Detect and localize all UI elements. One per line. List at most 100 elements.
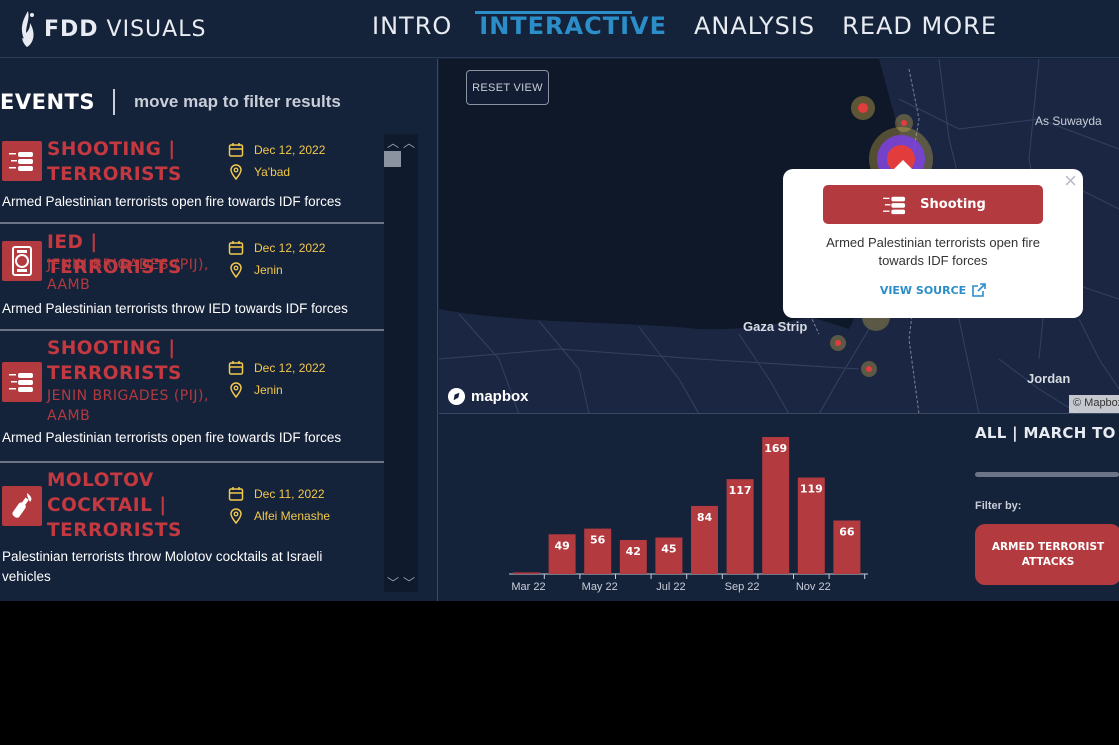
popup-type-label: Shooting bbox=[920, 197, 986, 212]
location-pin-icon bbox=[230, 508, 242, 524]
event-date: Dec 11, 2022 bbox=[254, 487, 325, 501]
bar-value-label: 42 bbox=[626, 545, 641, 558]
scroll-thumb[interactable] bbox=[384, 151, 401, 167]
events-title: EVENTS bbox=[0, 90, 95, 114]
shooting-icon bbox=[883, 196, 906, 214]
bar-value-label: 169 bbox=[764, 442, 787, 455]
event-description: Armed Palestinian terrorists open fire t… bbox=[2, 430, 342, 445]
ied-icon bbox=[2, 241, 42, 281]
event-location: Jenin bbox=[254, 383, 283, 397]
event-item[interactable]: SHOOTING | TERRORISTS JENIN BRIGADES (PI… bbox=[0, 331, 384, 463]
events-list[interactable]: SHOOTING | TERRORISTS Dec 12, 2022 Ya'ba… bbox=[0, 134, 384, 592]
event-actor: JENIN BRIGADES (PIJ), AAMB bbox=[47, 388, 209, 424]
calendar-icon bbox=[228, 361, 244, 375]
bar-chart[interactable]: Mar 22 49 56 May 22 42 45 Jul 22 84 117 Sep 22 169… bbox=[439, 415, 969, 601]
divider bbox=[112, 89, 115, 115]
event-location: Alfei Menashe bbox=[254, 509, 331, 523]
calendar-icon bbox=[228, 143, 244, 157]
nav-intro[interactable]: INTRO bbox=[360, 0, 467, 58]
date-range-title: ALL | MARCH TO D bbox=[975, 424, 1119, 442]
nav-analysis[interactable]: ANALYSIS bbox=[682, 0, 830, 58]
event-meta: Dec 12, 2022 Ya'bad bbox=[228, 139, 325, 183]
events-panel: EVENTS move map to filter results SHOOTI… bbox=[0, 59, 438, 601]
mapbox-wordmark: mapbox bbox=[471, 388, 529, 405]
x-tick-label: Mar 22 bbox=[511, 581, 545, 593]
event-item[interactable]: IED | TERRORISTS JENIN BRIGADES (PIJ), A… bbox=[0, 224, 384, 331]
view-source-link[interactable]: VIEW SOURCE bbox=[783, 283, 1083, 297]
chart-bar[interactable] bbox=[513, 572, 540, 574]
events-header: EVENTS move map to filter results bbox=[0, 87, 341, 117]
fdd-flame-icon bbox=[21, 11, 34, 47]
mapbox-logo[interactable]: mapbox bbox=[447, 387, 529, 406]
bar-value-label: 49 bbox=[554, 539, 569, 552]
date-range-slider[interactable] bbox=[975, 472, 1119, 477]
scroll-down-icon[interactable]: ﹀ bbox=[403, 574, 415, 591]
location-pin-icon bbox=[230, 382, 242, 398]
map-label-as-suwayda: As Suwayda bbox=[1035, 114, 1102, 128]
event-title: MOLOTOV COCKTAIL | TERRORISTS bbox=[47, 470, 182, 541]
event-description: Armed Palestinian terrorists open fire t… bbox=[2, 194, 342, 209]
bar-value-label: 66 bbox=[839, 525, 855, 538]
map-attribution[interactable]: © Mapbox bbox=[1069, 395, 1119, 413]
events-scrollbar[interactable]: ︿ ︿ ﹀ ﹀ bbox=[384, 134, 418, 592]
scroll-up-icon[interactable]: ︿ bbox=[387, 134, 399, 151]
event-date: Dec 12, 2022 bbox=[254, 361, 326, 375]
close-icon[interactable]: × bbox=[1064, 169, 1077, 193]
location-pin-icon bbox=[230, 164, 242, 180]
bar-value-label: 84 bbox=[697, 511, 713, 524]
event-popup: × Shooting Armed Palestinian terrorists … bbox=[783, 160, 1083, 318]
events-chart[interactable]: Mar 22 49 56 May 22 42 45 Jul 22 84 117 Sep 22 169… bbox=[439, 415, 969, 601]
event-title: SHOOTING | TERRORISTS bbox=[47, 338, 182, 384]
nav-interactive[interactable]: INTERACTIVE bbox=[467, 0, 682, 58]
x-tick-label: Sep 22 bbox=[725, 581, 760, 593]
bar-value-label: 117 bbox=[729, 484, 752, 497]
main-nav: INTRO INTERACTIVE ANALYSIS READ MORE bbox=[360, 0, 1012, 58]
x-tick-label: Nov 22 bbox=[796, 581, 831, 593]
event-meta: Dec 11, 2022 Alfei Menashe bbox=[228, 483, 330, 527]
calendar-icon bbox=[228, 487, 244, 501]
header: FDD VISUALS INTRO INTERACTIVE ANALYSIS R… bbox=[0, 0, 1119, 58]
event-title: SHOOTING | TERRORISTS bbox=[47, 139, 182, 185]
event-date: Dec 12, 2022 bbox=[254, 143, 326, 157]
x-tick-label: May 22 bbox=[582, 581, 618, 593]
shooting-icon bbox=[2, 362, 42, 402]
event-date: Dec 12, 2022 bbox=[254, 241, 326, 255]
popup-type-badge[interactable]: Shooting bbox=[823, 185, 1043, 224]
app: FDD VISUALS INTRO INTERACTIVE ANALYSIS R… bbox=[0, 0, 1119, 601]
x-tick-label: Jul 22 bbox=[656, 581, 685, 593]
filter-panel: ALL | MARCH TO D Filter by: ARMED TERROR… bbox=[969, 415, 1119, 601]
mapbox-icon bbox=[447, 387, 466, 406]
event-description: Armed Palestinian terrorists throw IED t… bbox=[2, 301, 348, 316]
reset-view-button[interactable]: RESET VIEW bbox=[466, 70, 549, 105]
bar-value-label: 119 bbox=[800, 483, 823, 496]
bar-value-label: 56 bbox=[590, 534, 606, 547]
external-link-icon bbox=[972, 283, 986, 297]
map-label-gaza: Gaza Strip bbox=[743, 319, 808, 334]
logo[interactable]: FDD VISUALS bbox=[18, 8, 206, 50]
scroll-up-icon[interactable]: ︿ bbox=[403, 134, 415, 151]
nav-read-more[interactable]: READ MORE bbox=[830, 0, 1012, 58]
chart-bar[interactable] bbox=[762, 437, 790, 574]
logo-text: FDD VISUALS bbox=[44, 16, 207, 42]
bar-value-label: 45 bbox=[661, 543, 676, 556]
event-location: Jenin bbox=[254, 263, 283, 277]
filter-armed-terrorist-attacks-button[interactable]: ARMED TERRORIST ATTACKS bbox=[975, 524, 1119, 585]
event-item[interactable]: SHOOTING | TERRORISTS Dec 12, 2022 Ya'ba… bbox=[0, 134, 384, 224]
event-meta: Dec 12, 2022 Jenin bbox=[228, 357, 325, 401]
event-item[interactable]: MOLOTOV COCKTAIL | TERRORISTS Dec 11, 20… bbox=[0, 463, 384, 592]
scroll-down-icon[interactable]: ﹀ bbox=[387, 574, 399, 591]
event-meta: Dec 12, 2022 Jenin bbox=[228, 237, 325, 281]
popup-description: Armed Palestinian terrorists open fire t… bbox=[826, 235, 1040, 268]
event-actor: JENIN BRIGADES (PIJ), AAMB bbox=[47, 257, 209, 293]
view-source-label: VIEW SOURCE bbox=[879, 283, 967, 297]
events-subtitle: move map to filter results bbox=[133, 92, 341, 111]
map[interactable]: RESET VIEW As Suwayda Gaza Strip Jordan … bbox=[439, 59, 1119, 414]
event-location: Ya'bad bbox=[254, 165, 291, 179]
calendar-icon bbox=[228, 241, 244, 255]
map-label-jordan: Jordan bbox=[1027, 371, 1071, 386]
event-description: Palestinian terrorists throw Molotov coc… bbox=[2, 549, 323, 584]
shooting-icon bbox=[2, 141, 42, 181]
location-pin-icon bbox=[230, 262, 242, 278]
molotov-icon bbox=[2, 486, 42, 526]
filter-label: Filter by: bbox=[975, 500, 1022, 512]
